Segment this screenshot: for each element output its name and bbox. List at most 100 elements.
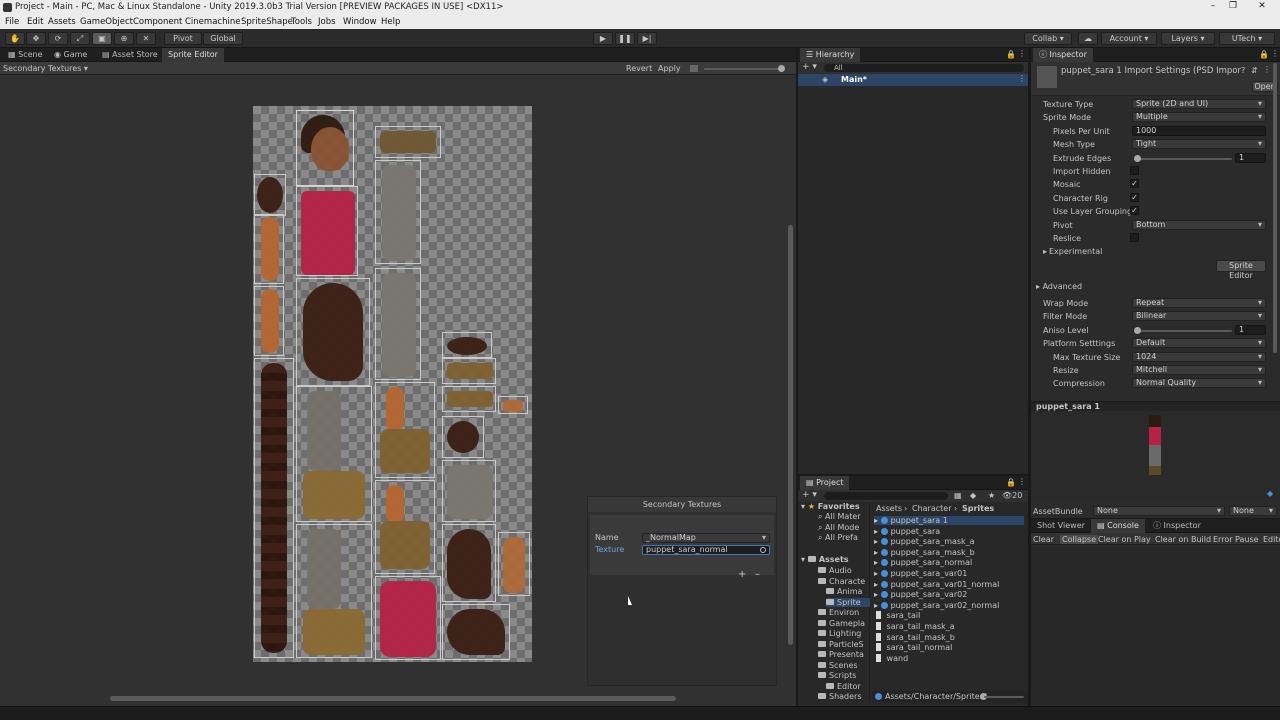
tab-project[interactable]: ▤ Project: [800, 476, 850, 490]
favorite-star-icon[interactable]: ★: [988, 491, 995, 500]
project-file-item[interactable]: ▸ puppet_sara_var02_normal: [874, 601, 999, 610]
horizontal-scrollbar[interactable]: [110, 696, 676, 701]
tree-folder[interactable]: Scenes: [818, 661, 858, 670]
inspector-menu-icon[interactable]: ⋮: [1271, 49, 1279, 58]
console-button[interactable]: Clear on Build: [1155, 535, 1211, 544]
tree-folder[interactable]: Scripts: [818, 671, 856, 680]
vertical-scrollbar[interactable]: [788, 225, 793, 645]
tree-folder[interactable]: Anima: [826, 587, 862, 596]
zoom-slider[interactable]: [704, 68, 784, 70]
field-label[interactable]: Experimental: [1049, 247, 1102, 256]
menu-edit[interactable]: Edit: [27, 17, 43, 27]
sprite-hair-tie[interactable]: [254, 174, 286, 216]
field-dropdown[interactable]: Mitchell: [1132, 365, 1266, 375]
tab-inspector[interactable]: ⓘ Inspector: [1033, 48, 1093, 62]
tab-asset-store[interactable]: ▤ Asset Store: [96, 48, 164, 62]
sprite-leg-left[interactable]: [296, 386, 372, 522]
tree-favorite-item[interactable]: ⌕ All Mater: [818, 512, 861, 522]
field-checkbox[interactable]: ✓: [1130, 192, 1139, 202]
layers-dropdown[interactable]: Layers ▾: [1161, 32, 1215, 45]
console-button[interactable]: Edito: [1263, 535, 1280, 544]
collab-dropdown[interactable]: Collab ▾: [1024, 32, 1072, 45]
menu-gameobject[interactable]: GameObject: [80, 17, 133, 27]
expand-arrow-icon[interactable]: ▸: [874, 580, 878, 589]
hand-tool-icon[interactable]: ✋: [5, 32, 25, 45]
sprite-thigh-1[interactable]: [375, 160, 421, 264]
hierarchy-search-input[interactable]: All: [824, 64, 1024, 72]
tree-folder[interactable]: Gamepla: [818, 619, 865, 628]
rect-tool-icon[interactable]: ▣: [92, 32, 112, 45]
sprite-skirt-piece[interactable]: [375, 576, 441, 660]
sprite-upper-arm[interactable]: [254, 214, 284, 284]
expand-arrow-icon[interactable]: ▾: [801, 502, 805, 511]
tree-assets[interactable]: ▾ Assets: [801, 555, 849, 564]
rotate-tool-icon[interactable]: ⟳: [48, 32, 68, 45]
menu-window[interactable]: Window: [343, 17, 377, 27]
breadcrumb-sprites[interactable]: Sprites: [962, 504, 994, 513]
alpha-toggle-icon[interactable]: [690, 65, 698, 72]
expand-arrow-icon[interactable]: ▸: [874, 569, 878, 578]
hierarchy-row-main[interactable]: ◈ Main* ⋮: [798, 74, 1028, 86]
menu-cinemachine[interactable]: Cinemachine: [185, 17, 240, 27]
preview-bundle-icon[interactable]: ◆: [1267, 489, 1273, 498]
sprite-shin[interactable]: [375, 382, 435, 478]
field-dropdown[interactable]: Tight: [1132, 139, 1266, 150]
project-file-item[interactable]: ▸ puppet_sara_var01_normal: [874, 580, 999, 589]
tree-folder[interactable]: Environ: [818, 608, 859, 617]
maximize-icon[interactable]: ❐: [1226, 1, 1240, 14]
filter-type-icon[interactable]: ▦: [954, 491, 962, 500]
project-file-item[interactable]: ▸ puppet_sara_var02: [874, 590, 967, 599]
tab-shot-viewer[interactable]: Shot Viewer: [1031, 519, 1091, 533]
pivot-toggle[interactable]: Pivot: [164, 32, 202, 45]
play-icon[interactable]: ▶: [593, 32, 613, 45]
lock-icon[interactable]: 🔒: [1006, 50, 1016, 59]
menu-spriteshape[interactable]: SpriteShape: [241, 17, 293, 27]
sprite-hair-curl[interactable]: [442, 416, 484, 458]
scale-tool-icon[interactable]: ⤢: [70, 32, 90, 45]
inspector-lock-icon[interactable]: 🔒: [1259, 50, 1269, 59]
tab-scene[interactable]: ▦ Scene: [2, 48, 49, 62]
help-icon[interactable]: ?: [1241, 66, 1245, 75]
expand-arrow-icon[interactable]: ▸: [874, 537, 878, 546]
sprite-belt-2[interactable]: [442, 386, 496, 412]
project-file-item[interactable]: sara_tail_mask_b: [874, 632, 955, 642]
menu-file[interactable]: File: [5, 17, 19, 27]
sprite-belt-1[interactable]: [442, 358, 496, 384]
name-dropdown[interactable]: _NormalMap: [642, 533, 770, 543]
expand-arrow-icon[interactable]: ▸: [874, 590, 878, 599]
tree-folder[interactable]: Editor: [826, 682, 861, 691]
foldout-arrow-icon[interactable]: ▸: [1043, 247, 1047, 256]
field-slider[interactable]: [1134, 329, 1232, 332]
menu-help[interactable]: Help: [381, 17, 400, 27]
object-picker-icon[interactable]: [760, 547, 766, 553]
field-dropdown[interactable]: Bilinear: [1132, 311, 1266, 322]
project-search-input[interactable]: [824, 492, 948, 500]
create-dropdown[interactable]: + ▾: [802, 62, 817, 72]
field-dropdown[interactable]: Default: [1132, 338, 1266, 349]
preset-icon[interactable]: ⇵: [1251, 66, 1258, 75]
zoom-slider-knob[interactable]: [778, 65, 785, 72]
field-input[interactable]: 1000: [1132, 125, 1266, 136]
scene-menu-icon[interactable]: ⋮: [1018, 74, 1026, 83]
expand-arrow-icon[interactable]: ▸: [874, 527, 878, 536]
icon-size-slider[interactable]: [984, 696, 1024, 698]
field-dropdown[interactable]: 1024: [1132, 351, 1266, 362]
project-file-item[interactable]: ▸ puppet_sara_mask_b: [874, 548, 975, 557]
console-button[interactable]: Clear on Play: [1098, 535, 1151, 544]
tab-sprite-editor[interactable]: Sprite Editor: [162, 48, 224, 62]
tree-favorites[interactable]: ▾ ★ Favorites: [801, 502, 860, 511]
field-checkbox[interactable]: ✓: [1130, 179, 1139, 189]
sprite-leg-right[interactable]: [296, 524, 372, 658]
sprite-sleeve[interactable]: [442, 460, 496, 522]
settings-icon[interactable]: ⋮: [1263, 65, 1271, 74]
project-lock-icon[interactable]: 🔒: [1006, 478, 1016, 487]
tree-folder[interactable]: Shaders: [818, 692, 862, 701]
project-file-item[interactable]: sara_tail_normal: [874, 643, 952, 652]
field-dropdown[interactable]: Multiple: [1132, 112, 1266, 123]
tab-console[interactable]: ▤ Console: [1091, 519, 1145, 533]
expand-arrow-icon[interactable]: ▸: [874, 548, 878, 557]
field-dropdown[interactable]: Sprite (2D and UI): [1132, 99, 1266, 109]
field-slider-knob[interactable]: [1134, 326, 1141, 334]
menu-assets[interactable]: Assets: [48, 17, 76, 27]
tree-folder[interactable]: Lighting: [818, 629, 861, 638]
